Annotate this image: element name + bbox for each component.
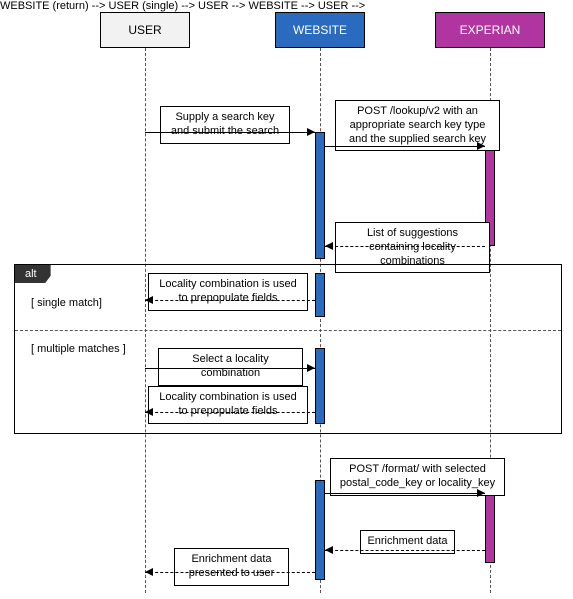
arrow-m1 (145, 132, 315, 133)
arrowhead-m7 (477, 489, 485, 497)
arrow-m4 (145, 300, 315, 301)
activation-website-2 (315, 480, 325, 580)
message-prepopulate-single: Locality combination is used to prepopul… (148, 273, 308, 311)
arrow-m7 (325, 493, 485, 494)
participant-experian: EXPERIAN (435, 12, 545, 48)
message-prepopulate-multiple: Locality combination is used to prepopul… (148, 386, 308, 424)
participant-website: WEBSITE (275, 12, 365, 48)
arrow-m3 (325, 246, 485, 247)
arrowhead-m8 (325, 546, 333, 554)
alt-separator (15, 330, 561, 331)
arrowhead-m2 (477, 142, 485, 150)
arrow-m8 (325, 550, 485, 551)
sequence-diagram: USER WEBSITE EXPERIAN Supply a search ke… (0, 0, 573, 599)
guard-single: [ single match] (31, 297, 102, 309)
message-supply-search-key: Supply a search key and submit the searc… (160, 106, 290, 144)
guard-multiple: [ multiple matches ] (31, 343, 126, 355)
arrowhead-m3 (325, 242, 333, 250)
arrowhead-m5 (307, 364, 315, 372)
arrow-m9 (145, 572, 315, 573)
alt-tag: alt (15, 265, 51, 283)
message-select-locality: Select a locality combination (158, 348, 303, 386)
arrow-m2 (325, 146, 485, 147)
arrowhead-m9 (145, 568, 153, 576)
arrowhead-m1 (307, 128, 315, 136)
arrowhead-m4 (145, 296, 153, 304)
activation-experian-2 (485, 493, 495, 563)
arrow-m6 (145, 412, 315, 413)
message-post-lookup: POST /lookup/v2 with an appropriate sear… (335, 100, 500, 151)
participant-website-label: WEBSITE (293, 23, 347, 37)
participant-experian-label: EXPERIAN (460, 23, 521, 37)
arrowhead-m6 (145, 408, 153, 416)
participant-user: USER (100, 12, 190, 48)
arrow-m5 (145, 368, 315, 369)
participant-user-label: USER (128, 23, 161, 37)
activation-website-1 (315, 132, 325, 259)
message-enrichment-presented: Enrichment data presented to user (174, 548, 289, 586)
